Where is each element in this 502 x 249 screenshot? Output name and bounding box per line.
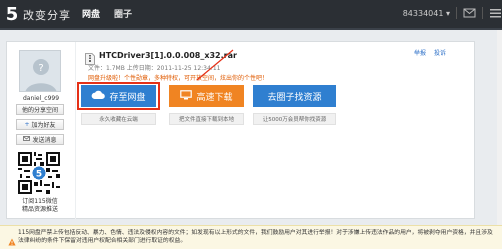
add-friend-button[interactable]: + 加为好友 — [16, 119, 64, 130]
complaint-link[interactable]: 投诉 — [434, 48, 446, 57]
notice-text: 115网盘严禁上传包括反动、暴力、色情、违法及侵权内容的文件；如发现有以上形式的… — [18, 230, 493, 244]
computer-icon — [180, 89, 193, 103]
divider — [456, 7, 457, 19]
avatar[interactable]: ? — [19, 50, 61, 92]
logo[interactable]: 5 改变分享 — [4, 5, 71, 25]
nav-item-circle[interactable]: 圈子 — [114, 7, 132, 20]
message-icon[interactable] — [463, 7, 476, 19]
user-id[interactable]: 84334041 ▾ — [403, 9, 450, 18]
logo-mark: 5 — [5, 4, 19, 25]
share-space-button[interactable]: 他的分享空间 — [16, 104, 64, 115]
fast-download-hint: 把文件直接下载到本地 — [169, 113, 244, 125]
qr-caption: 订阅115微信 精品资源推送 — [21, 198, 58, 213]
report-link[interactable]: 举报 — [414, 48, 426, 57]
upgrade-notice[interactable]: 网盘升级啦！个性勋章，多种特权，可开放空间，炫出你的个性吧！ — [88, 73, 268, 82]
column-divider — [75, 42, 76, 219]
report-links: 举报 投诉 — [414, 48, 446, 57]
cloud-icon — [91, 90, 106, 103]
default-avatar-icon: ? — [20, 51, 60, 91]
warning-icon — [8, 231, 16, 246]
find-in-circle-button[interactable]: 去圈子找资源 — [253, 85, 336, 107]
annotation-slash — [196, 49, 234, 81]
logo-text: 改变分享 — [23, 9, 71, 22]
archive-file-icon — [85, 50, 95, 65]
svg-text:?: ? — [38, 63, 43, 74]
save-to-disk-button[interactable]: 存至网盘 — [81, 85, 156, 107]
user-area: 84334041 ▾ — [403, 7, 502, 19]
qr-code: 5 — [18, 152, 60, 194]
svg-text:5: 5 — [36, 169, 42, 179]
divider — [482, 7, 483, 19]
mail-icon — [23, 136, 31, 143]
find-in-circle-hint: 让5000万会员帮你找资源 — [253, 113, 336, 125]
legal-notice: 115网盘严禁上传包括反动、暴力、色情、违法及侵权内容的文件；如发现有以上形式的… — [0, 225, 502, 249]
username[interactable]: daniel_c999 — [15, 95, 67, 102]
file-share-card: ? daniel_c999 他的分享空间 + 加为好友 发送消息 5 订阅115… — [6, 41, 475, 219]
fast-download-button[interactable]: 高速下载 — [169, 85, 244, 107]
menu-icon[interactable] — [489, 7, 502, 19]
main-nav: 网盘 圈子 — [82, 7, 132, 20]
top-nav-bar: 5 改变分享 网盘 圈子 84334041 ▾ — [0, 0, 502, 30]
save-to-disk-hint: 永久收藏在云端 — [81, 113, 156, 125]
scrollbar[interactable] — [497, 30, 502, 249]
nav-item-disk[interactable]: 网盘 — [82, 7, 100, 20]
send-message-button[interactable]: 发送消息 — [16, 134, 64, 145]
